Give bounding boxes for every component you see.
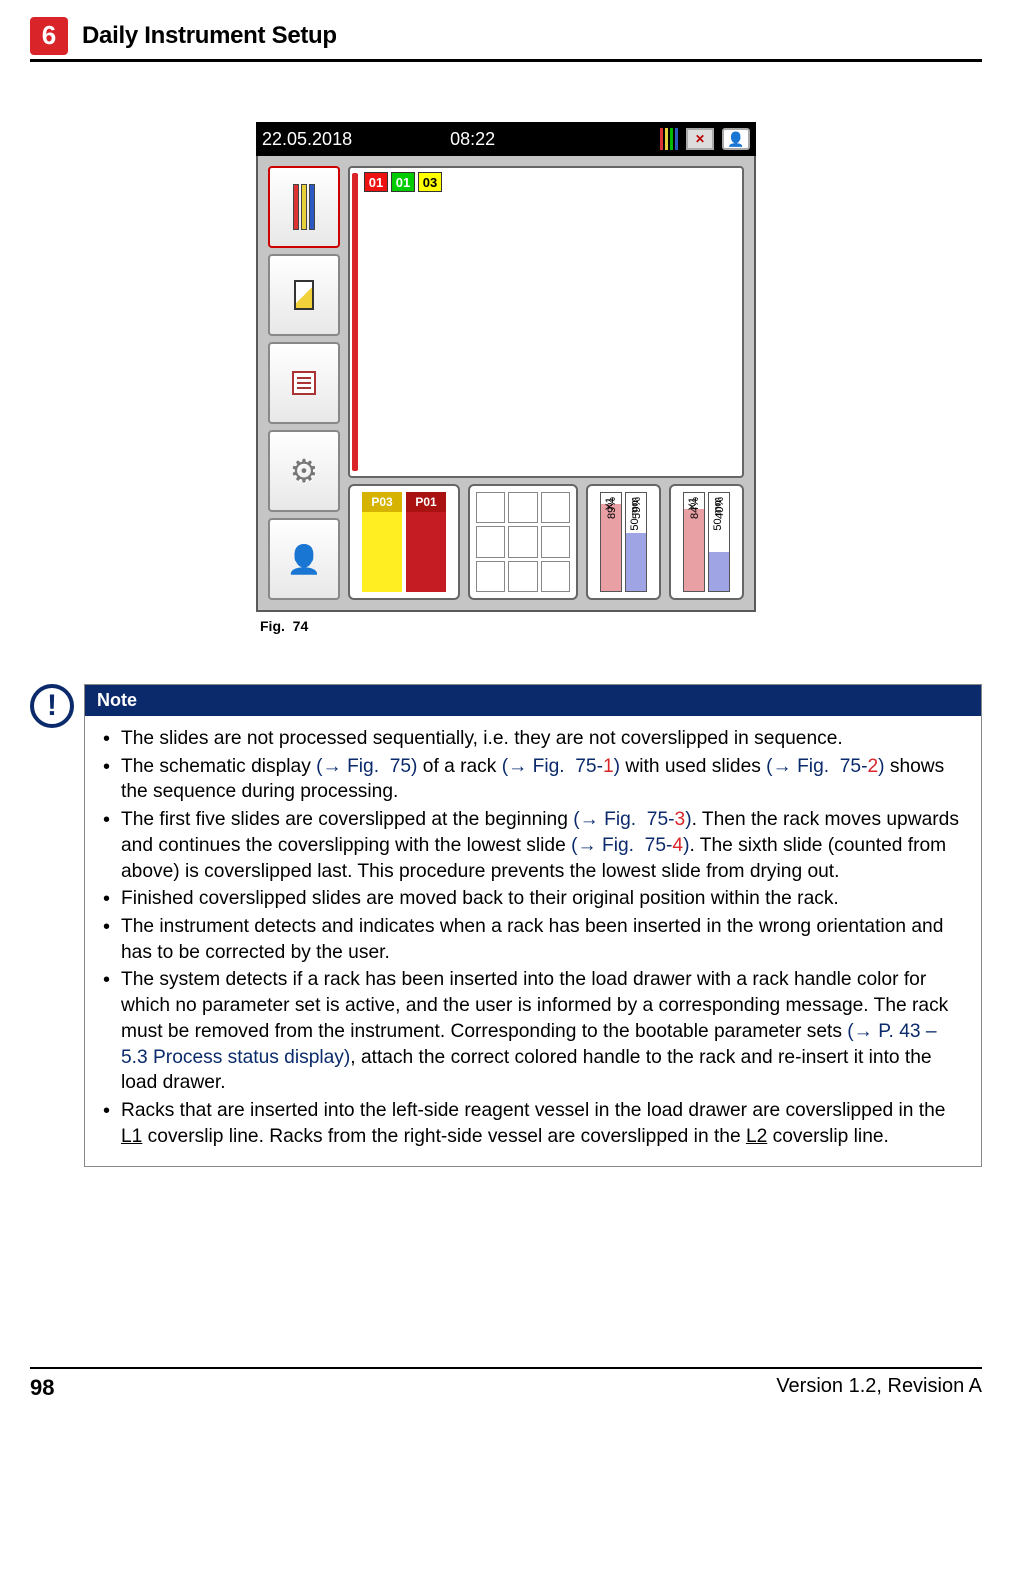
- page-footer: 98 Version 1.2, Revision A: [30, 1367, 982, 1401]
- sidebar: [268, 166, 340, 600]
- sidebar-slide-button[interactable]: [268, 254, 340, 336]
- note-item: The instrument detects and indicates whe…: [101, 914, 965, 965]
- user-icon[interactable]: [722, 128, 750, 150]
- output-slot[interactable]: [508, 526, 537, 557]
- output-slot[interactable]: [476, 492, 505, 523]
- level-gauge[interactable]: 50 mm59%: [625, 492, 647, 592]
- page-number: 98: [30, 1375, 54, 1401]
- note-list: The slides are not processed sequentiall…: [101, 726, 965, 1150]
- status-bar: 22.05.2018 08:22: [256, 122, 756, 156]
- rack-column-label: P01: [406, 492, 446, 512]
- figure-caption: Fig. 74: [260, 618, 756, 634]
- list-icon: [292, 371, 316, 395]
- output-slot[interactable]: [541, 492, 570, 523]
- process-canvas[interactable]: 01 01 03: [348, 166, 744, 478]
- rack-chip[interactable]: 01: [364, 172, 388, 192]
- user-icon: [287, 543, 322, 576]
- status-date: 22.05.2018: [262, 129, 352, 150]
- sidebar-settings-button[interactable]: [268, 430, 340, 512]
- chapter-title: Daily Instrument Setup: [82, 22, 337, 50]
- note-item: The slides are not processed sequentiall…: [101, 726, 965, 752]
- output-slot[interactable]: [541, 561, 570, 592]
- sidebar-list-button[interactable]: [268, 342, 340, 424]
- output-slot[interactable]: [476, 526, 505, 557]
- rack-chip[interactable]: 03: [418, 172, 442, 192]
- consumable-bars-icon: [660, 128, 678, 150]
- rack-column-label: P03: [362, 492, 402, 512]
- note-icon: [30, 684, 74, 728]
- consumable-group-l2[interactable]: X184%50 mm40%: [669, 484, 744, 600]
- output-grid[interactable]: [468, 484, 578, 600]
- level-percent: 89%: [606, 497, 618, 519]
- output-slot[interactable]: [541, 526, 570, 557]
- level-percent: 40%: [714, 497, 726, 519]
- sidebar-overview-button[interactable]: [268, 166, 340, 248]
- output-slot[interactable]: [508, 561, 537, 592]
- level-percent: 59%: [631, 497, 643, 519]
- sidebar-user-button[interactable]: [268, 518, 340, 600]
- gear-icon: [290, 452, 319, 490]
- note-item: Finished coverslipped slides are moved b…: [101, 886, 965, 912]
- level-gauge[interactable]: 50 mm40%: [708, 492, 730, 592]
- status-time: 08:22: [450, 129, 495, 150]
- note-item: The schematic display (→ Fig. 75) of a r…: [101, 754, 965, 805]
- rack-column[interactable]: P03: [362, 492, 402, 592]
- slide-icon: [294, 280, 314, 310]
- rack-chips: 01 01 03: [364, 172, 442, 192]
- version-text: Version 1.2, Revision A: [776, 1375, 982, 1401]
- rack-column[interactable]: P01: [406, 492, 446, 592]
- note-item: Racks that are inserted into the left-si…: [101, 1098, 965, 1149]
- level-gauge[interactable]: X184%: [683, 492, 705, 592]
- alarm-off-icon[interactable]: [686, 128, 714, 150]
- level-percent: 84%: [689, 497, 701, 519]
- consumable-group-l1[interactable]: X189%50 mm59%: [586, 484, 661, 600]
- output-slot[interactable]: [508, 492, 537, 523]
- note-box: Note The slides are not processed sequen…: [84, 684, 982, 1167]
- chapter-number-badge: 6: [30, 17, 68, 55]
- page-header: 6 Daily Instrument Setup: [30, 12, 982, 62]
- load-drawer[interactable]: P03 P01: [348, 484, 460, 600]
- rack-chip[interactable]: 01: [391, 172, 415, 192]
- note-item: The first five slides are coverslipped a…: [101, 807, 965, 884]
- instrument-screen: 22.05.2018 08:22: [256, 122, 756, 634]
- level-gauge[interactable]: X189%: [600, 492, 622, 592]
- note-title: Note: [85, 685, 981, 716]
- output-slot[interactable]: [476, 561, 505, 592]
- note-item: The system detects if a rack has been in…: [101, 967, 965, 1096]
